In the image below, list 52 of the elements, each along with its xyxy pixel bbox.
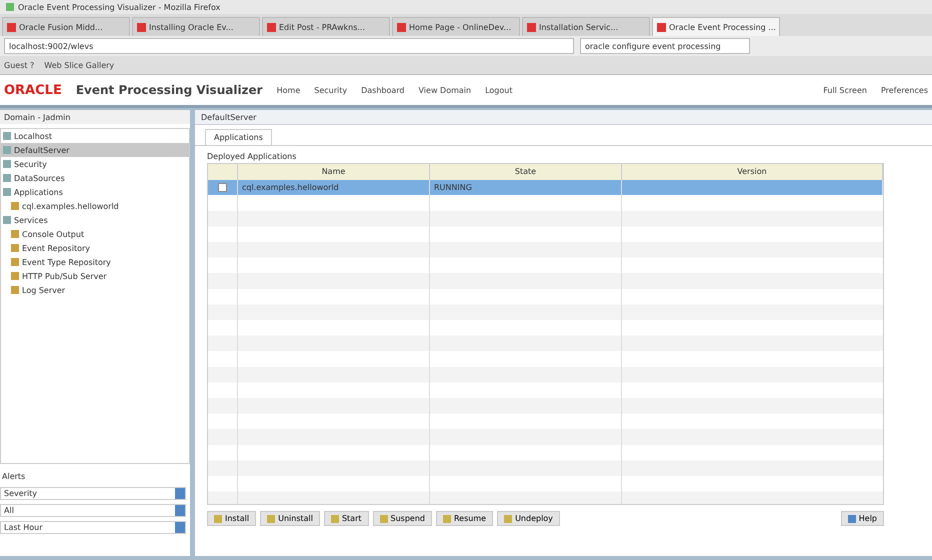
- column-header[interactable]: State: [430, 164, 622, 180]
- action-button[interactable]: Resume: [436, 511, 494, 526]
- tree-item[interactable]: Services: [1, 213, 189, 227]
- bookmark-link[interactable]: Web Slice Gallery: [44, 60, 114, 70]
- tree-item[interactable]: Event Repository: [1, 241, 189, 255]
- tree-item[interactable]: DefaultServer: [1, 143, 189, 157]
- panel-title: DefaultServer: [201, 112, 256, 122]
- tree-item[interactable]: Applications: [1, 185, 189, 199]
- action-button[interactable]: Undeploy: [497, 511, 560, 526]
- menu-link[interactable]: View Domain: [418, 86, 472, 94]
- menu-link[interactable]: Home: [276, 86, 300, 94]
- dropdown[interactable]: Severity: [0, 487, 186, 500]
- tree-item[interactable]: Event Type Repository: [1, 255, 189, 269]
- tree-item[interactable]: cql.examples.helloworld: [1, 199, 189, 213]
- tree-item[interactable]: Console Output: [1, 227, 189, 241]
- browser-tab[interactable]: Home Page - OnlineDev...: [392, 17, 520, 36]
- column-header[interactable]: Version: [622, 164, 883, 180]
- tree-item[interactable]: DataSources: [1, 171, 189, 185]
- column-header[interactable]: Name: [238, 164, 430, 180]
- menu-link[interactable]: Security: [314, 86, 348, 94]
- bookmark-link[interactable]: Guest ?: [4, 60, 34, 70]
- action-button[interactable]: Uninstall: [260, 511, 320, 526]
- logo: ORACLE: [4, 82, 62, 98]
- browser-tab[interactable]: Edit Post - PRAwkns...: [262, 17, 390, 36]
- table-cell: cql.examples.helloworld: [238, 180, 430, 196]
- tree-item[interactable]: Security: [1, 157, 189, 171]
- table-caption: Deployed Applications: [206, 151, 298, 163]
- dropdown[interactable]: All: [0, 504, 186, 517]
- action-button[interactable]: Suspend: [372, 511, 432, 526]
- menu-link[interactable]: Preferences: [880, 86, 928, 94]
- browser-tab[interactable]: Installing Oracle Ev...: [132, 17, 260, 36]
- tree-item[interactable]: HTTP Pub/Sub Server: [1, 269, 189, 283]
- menu-link[interactable]: Full Screen: [823, 86, 867, 94]
- tab[interactable]: Applications: [205, 129, 272, 145]
- sidebar-title: Domain - Jadmin: [4, 112, 70, 122]
- table-cell: RUNNING: [430, 180, 622, 196]
- menu-link[interactable]: Logout: [485, 86, 512, 94]
- dropdown[interactable]: Last Hour: [0, 521, 186, 534]
- tree-item[interactable]: Log Server: [1, 283, 189, 297]
- browser-tab[interactable]: Oracle Fusion Midd...: [2, 17, 130, 36]
- tree-item[interactable]: Localhost: [1, 129, 189, 143]
- window-title: Oracle Event Processing Visualizer - Mozilla Firefox: [18, 2, 220, 12]
- search-field[interactable]: oracle configure event processing: [580, 38, 750, 54]
- browser-tab[interactable]: Installation Servic...: [522, 17, 650, 36]
- filters-title: Alerts: [1, 471, 26, 483]
- app-title: Event Processing Visualizer: [76, 83, 263, 97]
- action-button[interactable]: Start: [324, 511, 369, 526]
- action-button[interactable]: Install: [207, 511, 256, 526]
- browser-tab[interactable]: Oracle Event Processing ...: [652, 17, 780, 36]
- address-bar[interactable]: localhost:9002/wlevs: [4, 38, 574, 54]
- help-button[interactable]: Help: [840, 511, 884, 526]
- menu-link[interactable]: Dashboard: [361, 86, 404, 94]
